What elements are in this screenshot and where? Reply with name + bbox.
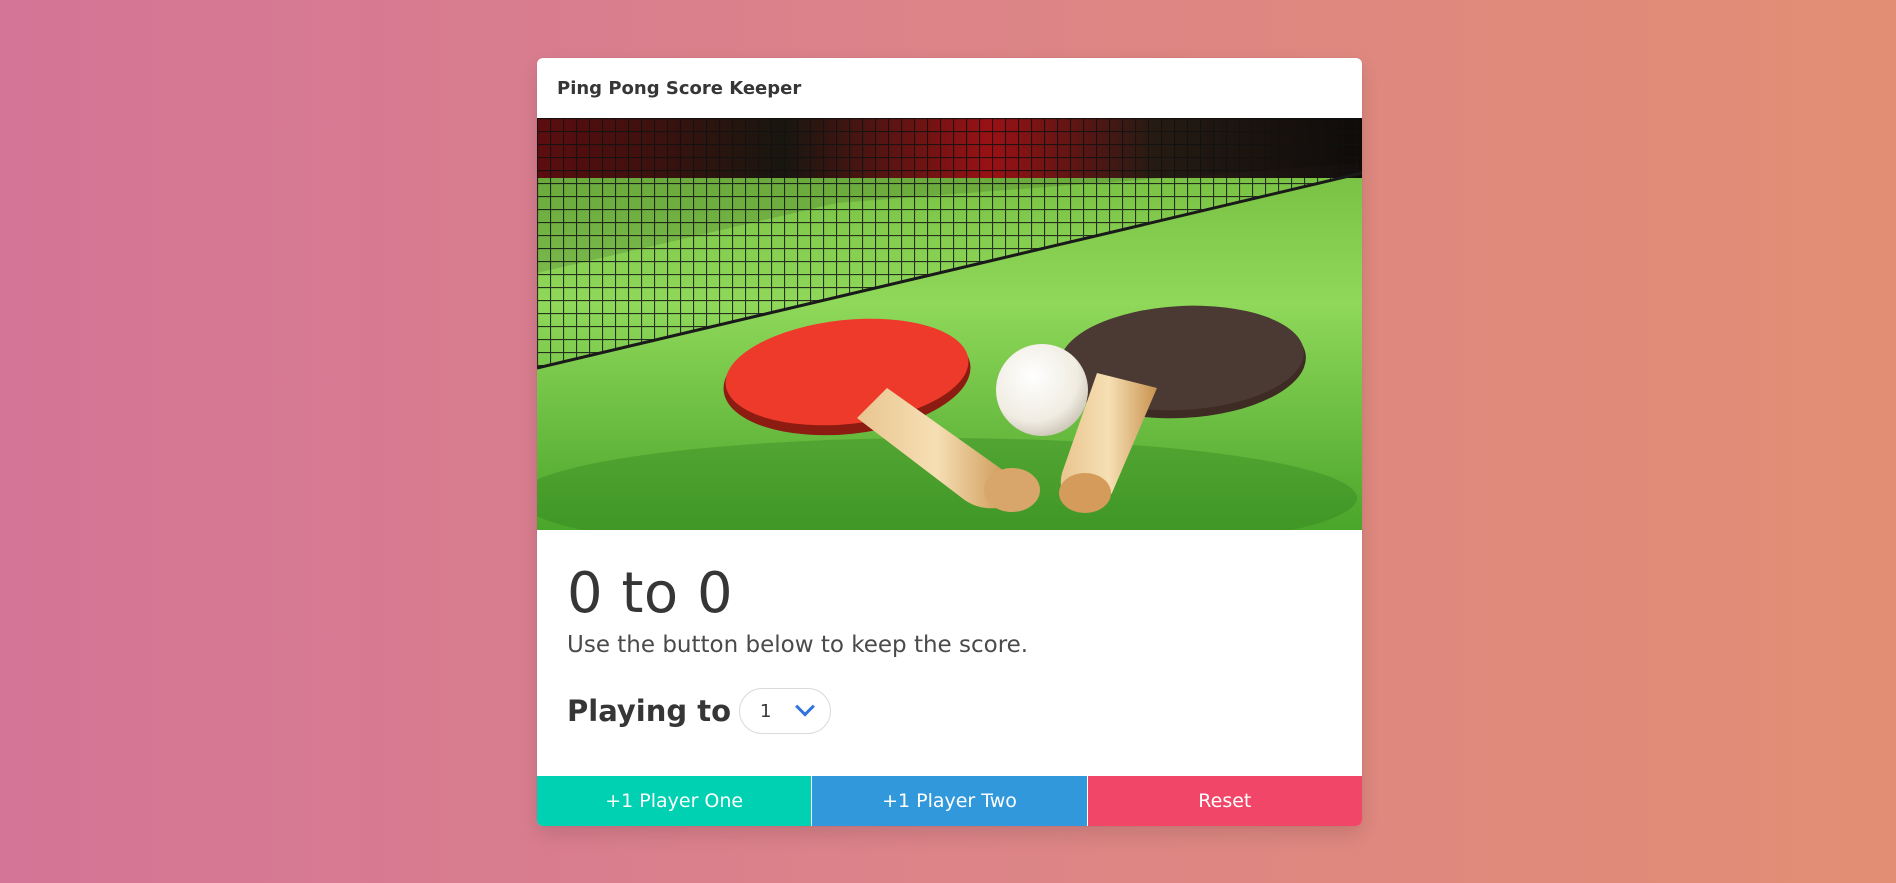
- player-one-button[interactable]: +1 Player One: [537, 776, 812, 826]
- ping-pong-photo: [537, 118, 1362, 530]
- player-one-score: 0: [567, 561, 604, 626]
- playing-to-value: 1: [760, 700, 772, 722]
- chevron-down-icon: [795, 696, 815, 717]
- score-display: 0 to 0: [567, 566, 1332, 622]
- playing-to-label: Playing to: [567, 694, 732, 728]
- playing-to-row: Playing to 1: [567, 688, 1332, 734]
- instructions-text: Use the button below to keep the score.: [567, 632, 1029, 658]
- reset-button[interactable]: Reset: [1086, 776, 1362, 826]
- card-footer: +1 Player One +1 Player Two Reset: [537, 776, 1362, 826]
- player-two-score: 0: [696, 561, 734, 626]
- card-content: 0 to 0 Use the button below to keep the …: [537, 530, 1362, 734]
- playing-to-select[interactable]: 1: [739, 688, 832, 734]
- card-title: Ping Pong Score Keeper: [557, 77, 802, 99]
- card-header: Ping Pong Score Keeper: [537, 58, 1362, 118]
- score-keeper-card: Ping Pong Score Keeper 0 to 0 Use the bu…: [537, 58, 1362, 826]
- score-separator: to: [621, 561, 679, 626]
- player-two-button[interactable]: +1 Player Two: [811, 776, 1087, 826]
